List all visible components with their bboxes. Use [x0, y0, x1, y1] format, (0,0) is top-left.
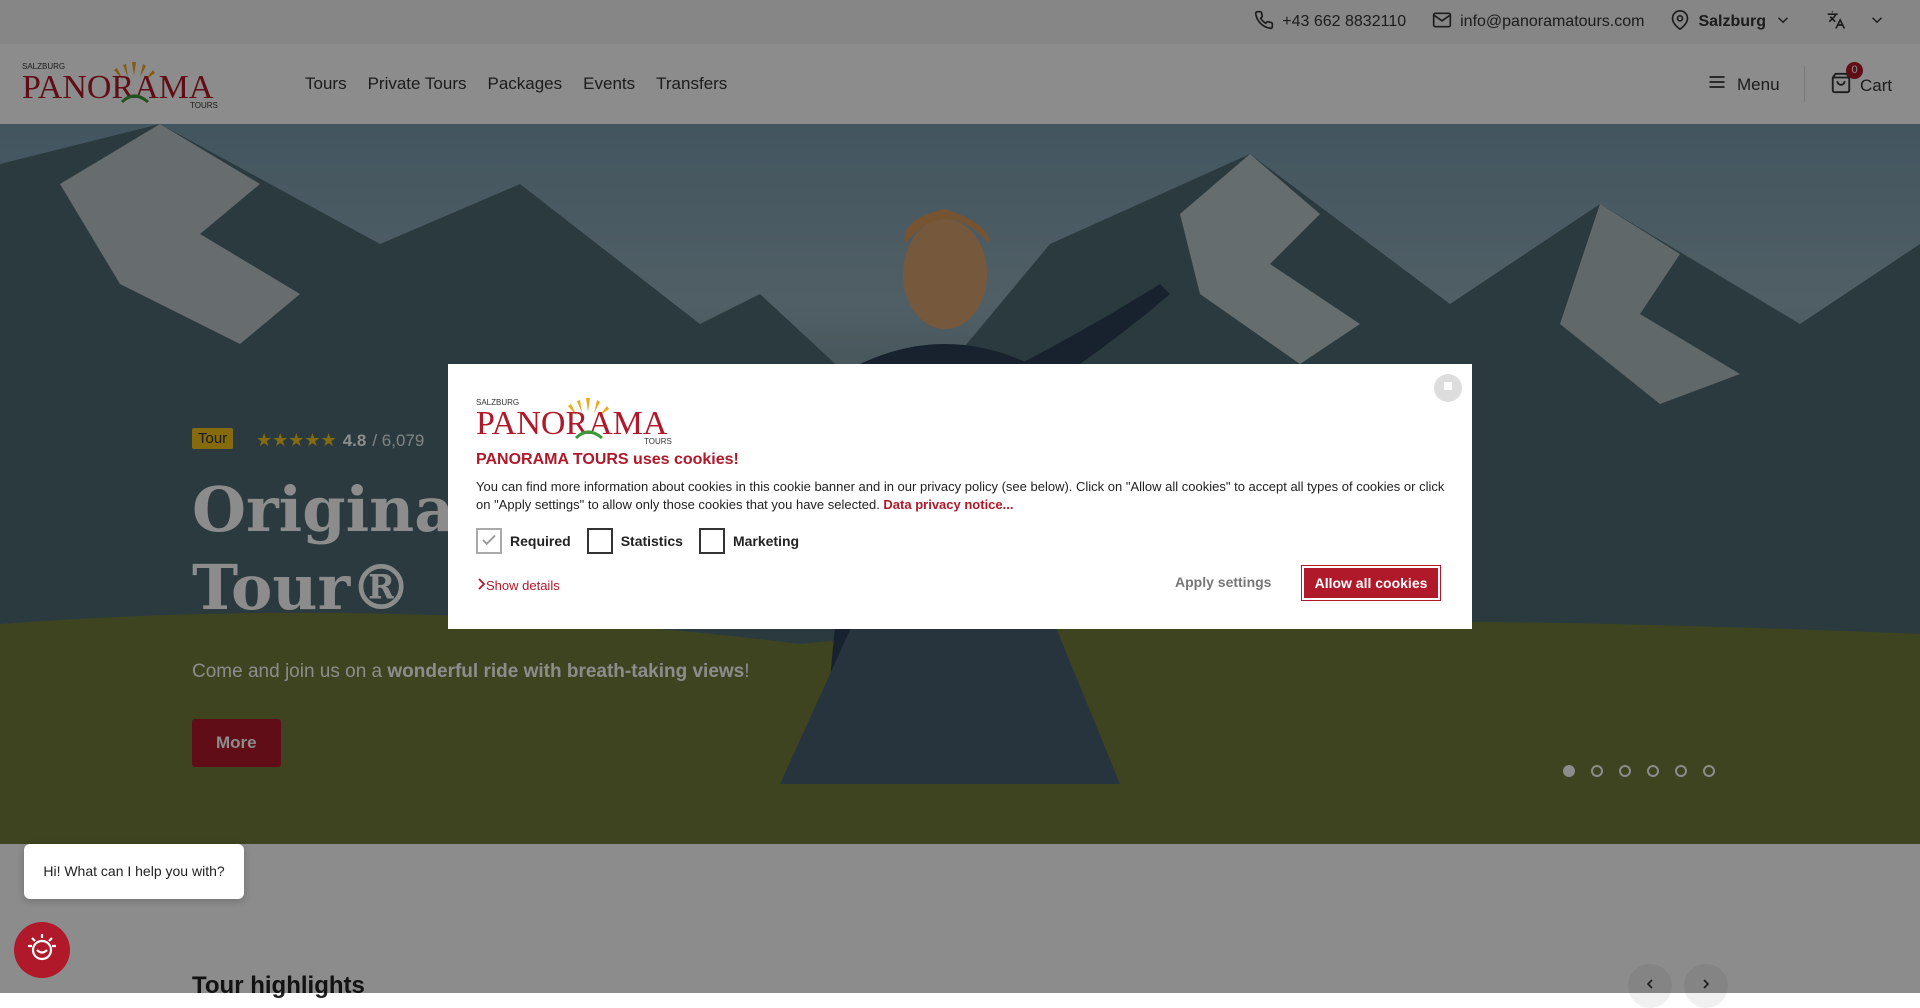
cookie-modal: SALZBURG PANORAMA TOURS PANORAMA TOURS u… — [448, 364, 1472, 629]
svg-text:TOURS: TOURS — [644, 437, 672, 446]
svg-text:PANORAMA: PANORAMA — [476, 405, 668, 442]
marketing-label: Marketing — [732, 533, 800, 549]
show-details-link[interactable]: Show details — [476, 578, 560, 593]
marketing-checkbox[interactable] — [698, 528, 725, 554]
statistics-option: Statistics — [586, 528, 683, 554]
privacy-link[interactable]: Data privacy notice... — [883, 497, 1013, 512]
marketing-option: Marketing — [698, 528, 800, 554]
modal-close-button[interactable] — [1434, 374, 1462, 402]
chevron-right-icon — [476, 578, 486, 593]
required-option: Required — [476, 528, 571, 554]
cookie-checkboxes: Required Statistics Marketing — [476, 528, 815, 554]
cookie-modal-logo: SALZBURG PANORAMA TOURS — [476, 396, 676, 451]
cookie-description: You can find more information about cook… — [476, 478, 1446, 514]
close-icon — [1442, 379, 1454, 397]
cookie-title: PANORAMA TOURS uses cookies! — [476, 451, 739, 468]
show-details-label: Show details — [486, 578, 560, 593]
required-label: Required — [510, 533, 571, 549]
checkmark-icon — [480, 531, 498, 552]
chat-bubble[interactable]: Hi! What can I help you with? — [24, 844, 244, 899]
chat-launcher-button[interactable] — [14, 922, 70, 978]
chat-bot-icon — [24, 930, 60, 971]
allow-all-cookies-button[interactable]: Allow all cookies — [1301, 565, 1441, 601]
statistics-label: Statistics — [620, 533, 683, 549]
statistics-checkbox[interactable] — [586, 528, 613, 554]
required-checkbox[interactable] — [476, 528, 502, 554]
apply-settings-button[interactable]: Apply settings — [1175, 574, 1271, 590]
